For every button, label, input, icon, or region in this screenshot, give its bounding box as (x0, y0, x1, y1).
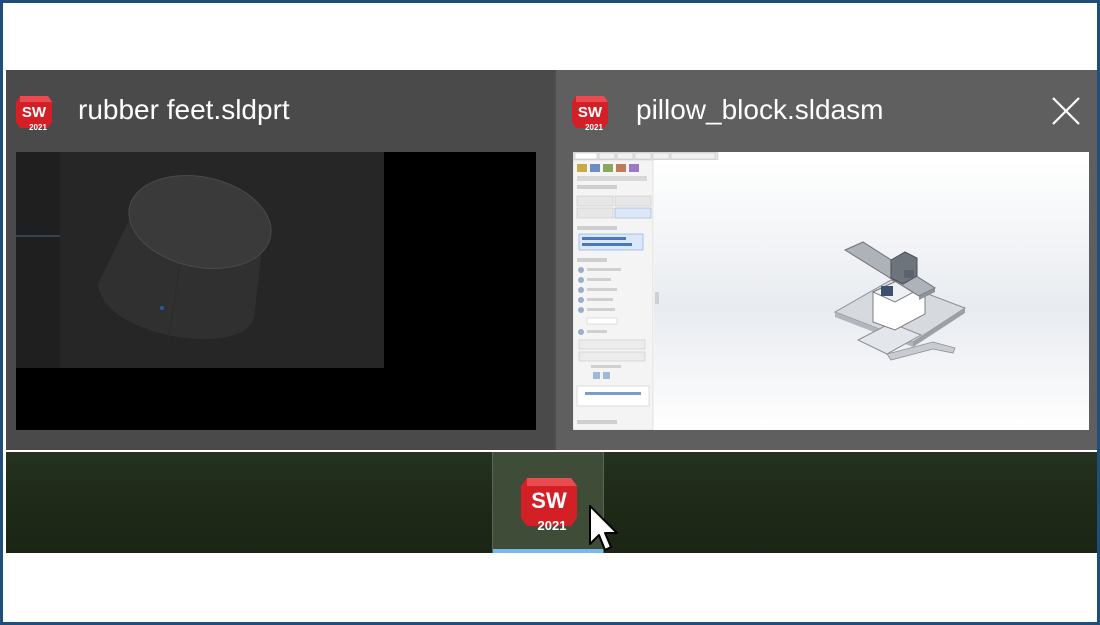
taskbar-button-solidworks[interactable]: SW 2021 (492, 452, 604, 553)
solidworks-logo-icon: SW 2021 (572, 96, 608, 132)
version-badge: 2021 (585, 123, 603, 132)
window-title: pillow_block.sldasm (636, 94, 884, 125)
active-window-indicator (493, 549, 603, 553)
svg-text:SW: SW (531, 488, 567, 513)
close-icon[interactable] (1049, 94, 1083, 128)
svg-text:SW: SW (578, 104, 603, 121)
window-preview-rubber-feet[interactable]: SW 2021 rubber feet.sldprt (6, 70, 555, 450)
window-preview-header: SW 2021 pillow_block.sldasm (556, 70, 1097, 150)
part-viewport-preview (16, 152, 536, 430)
version-badge: 2021 (538, 518, 567, 533)
solidworks-logo-icon: SW 2021 (16, 96, 52, 132)
window-thumbnail-pillow-block (573, 152, 1089, 430)
version-badge: 2021 (29, 123, 47, 132)
window-thumbnail-rubber-feet (16, 152, 536, 430)
window-preview-header: SW 2021 rubber feet.sldprt (6, 70, 555, 150)
svg-text:SW: SW (22, 104, 47, 121)
solidworks-logo-icon: SW 2021 (521, 478, 577, 533)
window-title: rubber feet.sldprt (78, 94, 290, 125)
taskbar: SW 2021 (6, 452, 1097, 553)
window-preview-pillow-block[interactable]: SW 2021 pillow_block.sldasm (556, 70, 1097, 450)
assembly-viewport-preview (573, 152, 1089, 430)
